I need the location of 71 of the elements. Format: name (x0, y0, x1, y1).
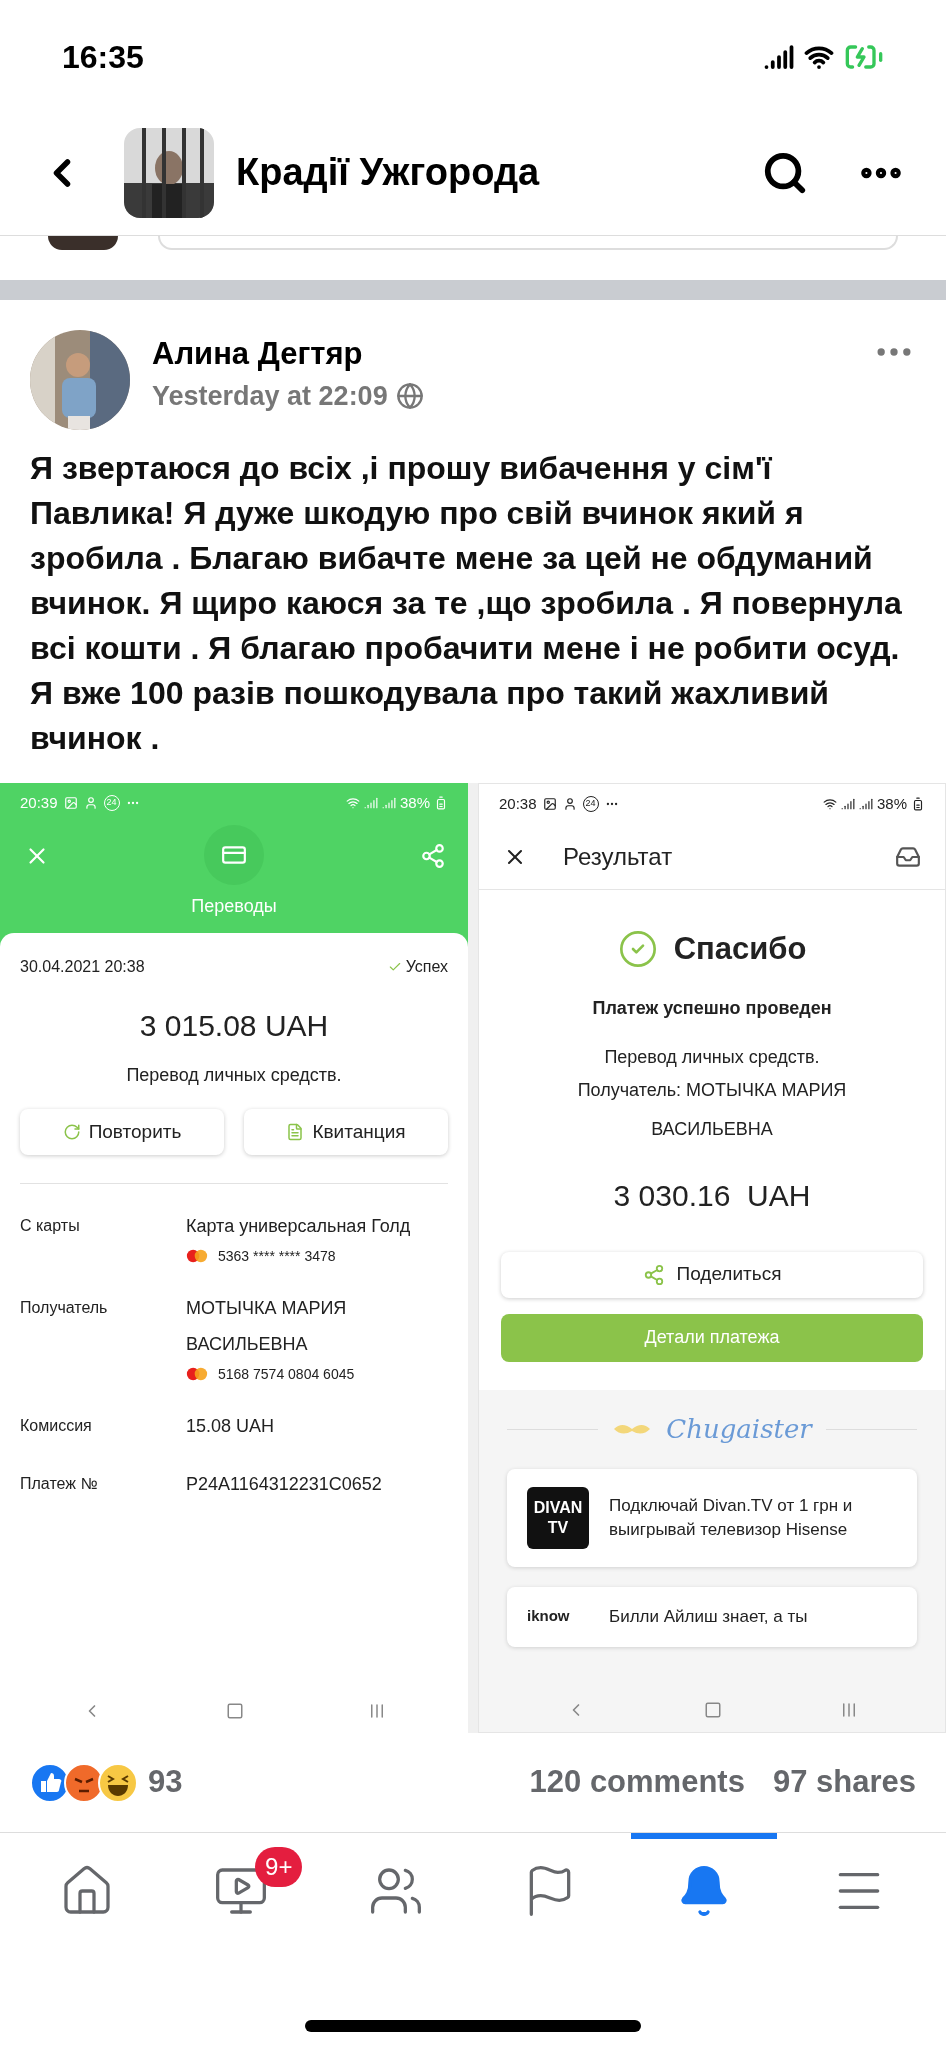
share-icon (642, 1263, 665, 1286)
share-button[interactable]: Поделиться (501, 1251, 923, 1298)
card-number: 5168 7574 0804 6045 (218, 1365, 355, 1384)
status-time: 20:39 (20, 792, 58, 813)
wifi-icon (822, 797, 837, 811)
check-icon (387, 960, 402, 974)
ad-card[interactable]: iknow Билли Айлиш знает, а ты (507, 1586, 917, 1647)
screen-title: Переводы (191, 895, 277, 918)
detail-value: 15.08 UAH (186, 1415, 275, 1438)
ad-text: Подключай Divan.TV от 1 грн и выигрывай телевизор Hisense (609, 1494, 854, 1541)
ad-logo: iknow (527, 1606, 571, 1627)
tab-button[interactable]: 9+ (168, 1833, 315, 1943)
ad-text: Билли Айлиш знает, а ты (609, 1605, 808, 1628)
ad-logo: DIVAN TV (527, 1486, 589, 1549)
payment-description: Перевод личных средств. (604, 1045, 820, 1069)
action-button[interactable]: Повторить (20, 1109, 224, 1155)
post-text: Я звертаюся до всіх ,і прошу вибачення у сім'ї Павлика! Я дуже шкодую про свій вчинок який я зробила . Благаю вибачте мене за цей не обдуманий вчинок. Я щиро каюся за те ,що зробила . Я повернула всі кошти . Я благаю пробачити мене і не робити осуд. Я вже 100 разів пошкодувала про такий жахливий вчинок . (29, 449, 903, 758)
detail-value: Карта универсальная Голд (186, 1215, 411, 1238)
post-time: Yesterday at 22:09 (152, 380, 388, 413)
card-number: 5363 **** **** 3478 (218, 1247, 336, 1266)
success-heading: Спасибо (673, 930, 807, 968)
gallery-icon (63, 796, 78, 810)
clock: 16:35 (62, 38, 144, 77)
success-message: Платеж успешно проведен (592, 996, 832, 1020)
payment-description: Перевод личных средств. (125, 1064, 343, 1087)
ad-card[interactable]: DIVAN TV Подключай Divan.TV от 1 грн и выигрывай телевизор Hisense (507, 1468, 917, 1567)
detail-value: МОТЫЧКА МАРИЯ ВАСИЛЬЕВНА (186, 1297, 348, 1356)
payment-amount: 3 015.08 UAH (138, 1008, 330, 1044)
recents-button[interactable] (840, 1701, 858, 1719)
notification-badge: 9+ (255, 1847, 303, 1887)
card-logo-icon (186, 1249, 208, 1263)
refresh-icon (62, 1123, 81, 1141)
detail-label: С карты (20, 1216, 81, 1236)
status-time: 20:38 (499, 793, 537, 814)
payment-amount: 3 030.16 UAH (613, 1177, 811, 1214)
detail-label: Комиссия (20, 1416, 93, 1436)
payment-status: Успех (405, 957, 448, 977)
shares-link[interactable]: 97 shares (772, 1759, 916, 1806)
wifi-icon (345, 796, 360, 810)
action-button[interactable]: Квитанция (244, 1109, 448, 1155)
detail-label: Получатель (20, 1298, 109, 1318)
document-icon (286, 1123, 305, 1141)
person-icon (83, 796, 98, 810)
signal-icon (381, 796, 396, 810)
success-icon (617, 929, 658, 970)
recipient-text: Получатель: МОТЫЧКА МАРИЯ ВАСИЛЬЕВНА (576, 1078, 848, 1141)
reaction-count: 93 (148, 1763, 184, 1802)
gallery-icon (542, 797, 557, 811)
battery-percent: 38% (399, 792, 430, 813)
battery-percent: 38% (876, 793, 907, 814)
signal-icon (858, 797, 873, 811)
signal-icon (363, 796, 378, 810)
brand-name: Chugaister (666, 1412, 812, 1446)
screen-title: Результат (563, 841, 674, 872)
author-name: Алина Дегтяр (152, 335, 364, 373)
home-button[interactable] (226, 1702, 244, 1720)
laughing-icon (98, 1762, 138, 1803)
globe-icon (395, 382, 424, 411)
comments-link[interactable]: 120 comments (529, 1759, 745, 1806)
payment-date: 30.04.2021 20:38 (20, 957, 145, 977)
battery-icon (911, 797, 925, 811)
detail-value: P24A1164312231C0652 (186, 1473, 382, 1496)
signal-icon (840, 797, 855, 811)
card-logo-icon (186, 1367, 208, 1381)
home-button[interactable] (704, 1701, 722, 1719)
group-title: Крадії Ужгорода (236, 150, 541, 195)
signal-icon (764, 42, 794, 72)
person-icon (562, 797, 577, 811)
recents-button[interactable] (368, 1702, 386, 1720)
detail-label: Платеж № (20, 1474, 99, 1494)
battery-icon (434, 796, 448, 810)
